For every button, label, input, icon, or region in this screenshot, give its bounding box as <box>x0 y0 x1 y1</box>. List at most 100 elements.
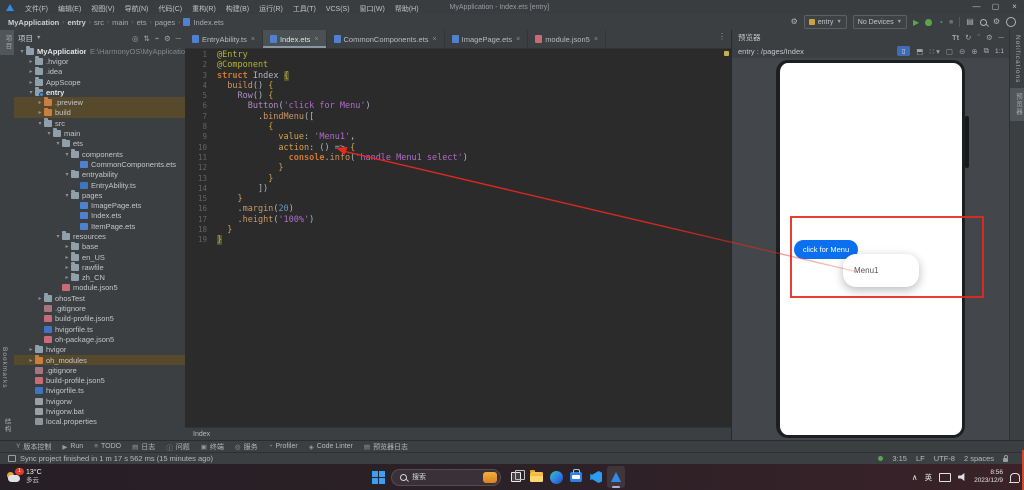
tool-tab-structure[interactable]: 结构 <box>0 413 12 438</box>
tool-window-button-code-linter[interactable]: ◈ Code Linter <box>309 443 353 451</box>
tree-row[interactable]: hvigorfile.ts <box>14 386 185 396</box>
tree-row[interactable]: ItemPage.ets <box>14 221 185 231</box>
tree-toggle-icon[interactable]: ▾ <box>63 151 71 158</box>
tree-row[interactable]: ▾ resources <box>14 231 185 241</box>
tool-tab-bookmarks[interactable]: Bookmarks <box>0 342 9 394</box>
code-line[interactable]: 13 } <box>185 174 731 184</box>
collapse-icon[interactable]: ˇ <box>977 33 980 42</box>
tree-toggle-icon[interactable]: ▸ <box>63 264 71 271</box>
device-manager-icon[interactable]: ▤ <box>966 16 974 28</box>
tree-toggle-icon[interactable]: ▸ <box>27 58 35 65</box>
device-frame-icon[interactable]: ⬒ <box>916 47 923 56</box>
file-encoding[interactable]: UTF-8 <box>934 454 955 463</box>
run-button[interactable]: ▶ <box>913 18 919 27</box>
profile-button[interactable]: ◔ <box>938 18 943 27</box>
tree-row[interactable]: ▸ AppScope <box>14 76 185 87</box>
vscode-app-icon[interactable] <box>587 466 605 488</box>
input-language[interactable]: 英 <box>925 472 933 483</box>
tool-window-button-版本控制[interactable]: Y 版本控制 <box>16 442 51 452</box>
weather-widget[interactable]: 1 13°C 多云 <box>6 464 42 490</box>
locate-file-icon[interactable]: ◎ <box>132 34 139 43</box>
menubar-menu[interactable]: VCS(S) <box>321 6 355 13</box>
editor-tab[interactable]: Index.ets × <box>262 30 327 48</box>
network-icon[interactable] <box>939 472 952 482</box>
settings-gear-icon[interactable]: ⚙ <box>993 16 1000 28</box>
tool-tab-notifications[interactable]: Notifications <box>1010 30 1024 88</box>
tree-row[interactable]: ▸ ohosTest <box>14 293 185 303</box>
hide-panel-icon[interactable]: ─ <box>176 34 181 43</box>
close-tab-icon[interactable]: × <box>314 36 318 43</box>
tree-toggle-icon[interactable]: ▾ <box>63 192 71 199</box>
tree-toggle-icon[interactable]: ▾ <box>54 233 62 240</box>
code-line[interactable]: 18 } <box>185 225 731 235</box>
breadcrumb-item[interactable]: MyApplication <box>8 18 59 27</box>
tree-row[interactable]: ▸ build <box>14 107 185 119</box>
collapse-all-icon[interactable]: ÷ <box>155 34 159 43</box>
tree-row[interactable]: oh-package.json5 <box>14 334 185 344</box>
tool-window-button-日志[interactable]: ▤ 日志 <box>132 442 155 452</box>
menubar-menu[interactable]: 重构(R) <box>187 6 221 13</box>
account-avatar[interactable] <box>1006 17 1016 27</box>
tree-row[interactable]: ▾ components <box>14 148 185 159</box>
tree-row[interactable]: ▸ base <box>14 241 185 252</box>
select-region-icon[interactable]: ▢ <box>946 47 953 56</box>
tree-row[interactable]: ImagePage.ets <box>14 200 185 210</box>
menubar-menu[interactable]: 文件(F) <box>20 6 53 13</box>
tree-row[interactable]: build-profile.json5 <box>14 314 185 324</box>
tree-row[interactable]: ▾ main <box>14 128 185 138</box>
refresh-icon[interactable]: ↻ <box>965 33 971 42</box>
menubar-menu[interactable]: 编辑(E) <box>53 6 86 13</box>
tree-toggle-icon[interactable]: ▾ <box>63 171 71 178</box>
code-line[interactable]: 4 build() { <box>185 81 731 91</box>
tree-toggle-icon[interactable]: ▸ <box>27 346 35 353</box>
code-line[interactable]: 2 @Component <box>185 60 731 70</box>
tree-row[interactable]: EntryAbility.ts <box>14 180 185 190</box>
code-editor[interactable]: 1 @Entry 2 @Component 3 struct Index {4 build… <box>185 48 731 428</box>
file-explorer-app-icon[interactable] <box>527 466 545 488</box>
clock[interactable]: 8:56 2023/12/9 <box>974 469 1003 485</box>
close-tab-icon[interactable]: × <box>516 36 520 43</box>
close-tab-icon[interactable]: × <box>594 36 598 43</box>
text-size-icon[interactable]: Tt <box>952 33 959 42</box>
edge-app-icon[interactable] <box>547 466 565 488</box>
tree-row[interactable]: Index.ets <box>14 211 185 221</box>
tree-toggle-icon[interactable]: ▸ <box>27 68 35 75</box>
menubar-menu[interactable]: 帮助(H) <box>390 6 424 13</box>
code-line[interactable]: 7 .bindMenu([ <box>185 112 731 122</box>
close-tab-icon[interactable]: × <box>251 36 255 43</box>
code-line[interactable]: 3 struct Index { <box>185 70 731 81</box>
tree-row[interactable]: local.properties <box>14 417 185 427</box>
code-line[interactable]: 8 { <box>185 122 731 132</box>
panel-settings-icon[interactable]: ⚙ <box>164 34 171 43</box>
tree-row[interactable]: CommonComponents.ets <box>14 159 185 169</box>
maximize-button[interactable]: ▢ <box>986 0 1005 14</box>
taskbar-search[interactable]: 搜索 <box>391 468 501 486</box>
breadcrumb-item[interactable]: pages <box>155 18 175 27</box>
close-tab-icon[interactable]: × <box>433 36 437 43</box>
tree-toggle-icon[interactable]: ▾ <box>18 48 26 55</box>
tree-row[interactable]: .gitignore <box>14 303 185 313</box>
tree-row[interactable]: .gitignore <box>14 365 185 375</box>
menubar-menu[interactable]: 构建(B) <box>221 6 254 13</box>
tree-toggle-icon[interactable]: ▸ <box>36 99 44 106</box>
store-app-icon[interactable] <box>567 466 585 488</box>
deveco-app-icon[interactable] <box>607 466 625 488</box>
editor-tab[interactable]: CommonComponents.ets × <box>327 30 445 48</box>
tree-row[interactable]: ▾ MyApplication E:\HarmonyOS\MyApplicatio <box>14 46 185 56</box>
tree-row[interactable]: ▸ oh_modules <box>14 354 185 366</box>
editor-tab[interactable]: EntryAbility.ts × <box>185 30 263 48</box>
tree-toggle-icon[interactable]: ▾ <box>45 130 53 137</box>
preview-menu-item[interactable]: Menu1 <box>854 266 878 275</box>
code-line[interactable]: 9 value: 'Menu1', <box>185 132 731 142</box>
tab-list-more-icon[interactable]: ⋮ <box>718 30 731 48</box>
tree-row[interactable]: build-profile.json5 <box>14 376 185 386</box>
breadcrumb-item[interactable]: src <box>94 18 104 27</box>
tool-window-button-预览器日志[interactable]: ▤ 预览器日志 <box>364 442 408 452</box>
caret-position[interactable]: 3:15 <box>892 454 907 463</box>
tree-toggle-icon[interactable]: ▸ <box>63 254 71 261</box>
tray-overflow-chevron[interactable]: ∧ <box>912 473 918 482</box>
tree-row[interactable]: ▸ .idea <box>14 66 185 77</box>
tree-toggle-icon[interactable]: ▾ <box>36 120 44 127</box>
minimize-button[interactable]: — <box>967 0 986 14</box>
stop-button[interactable]: ■ <box>949 19 953 26</box>
